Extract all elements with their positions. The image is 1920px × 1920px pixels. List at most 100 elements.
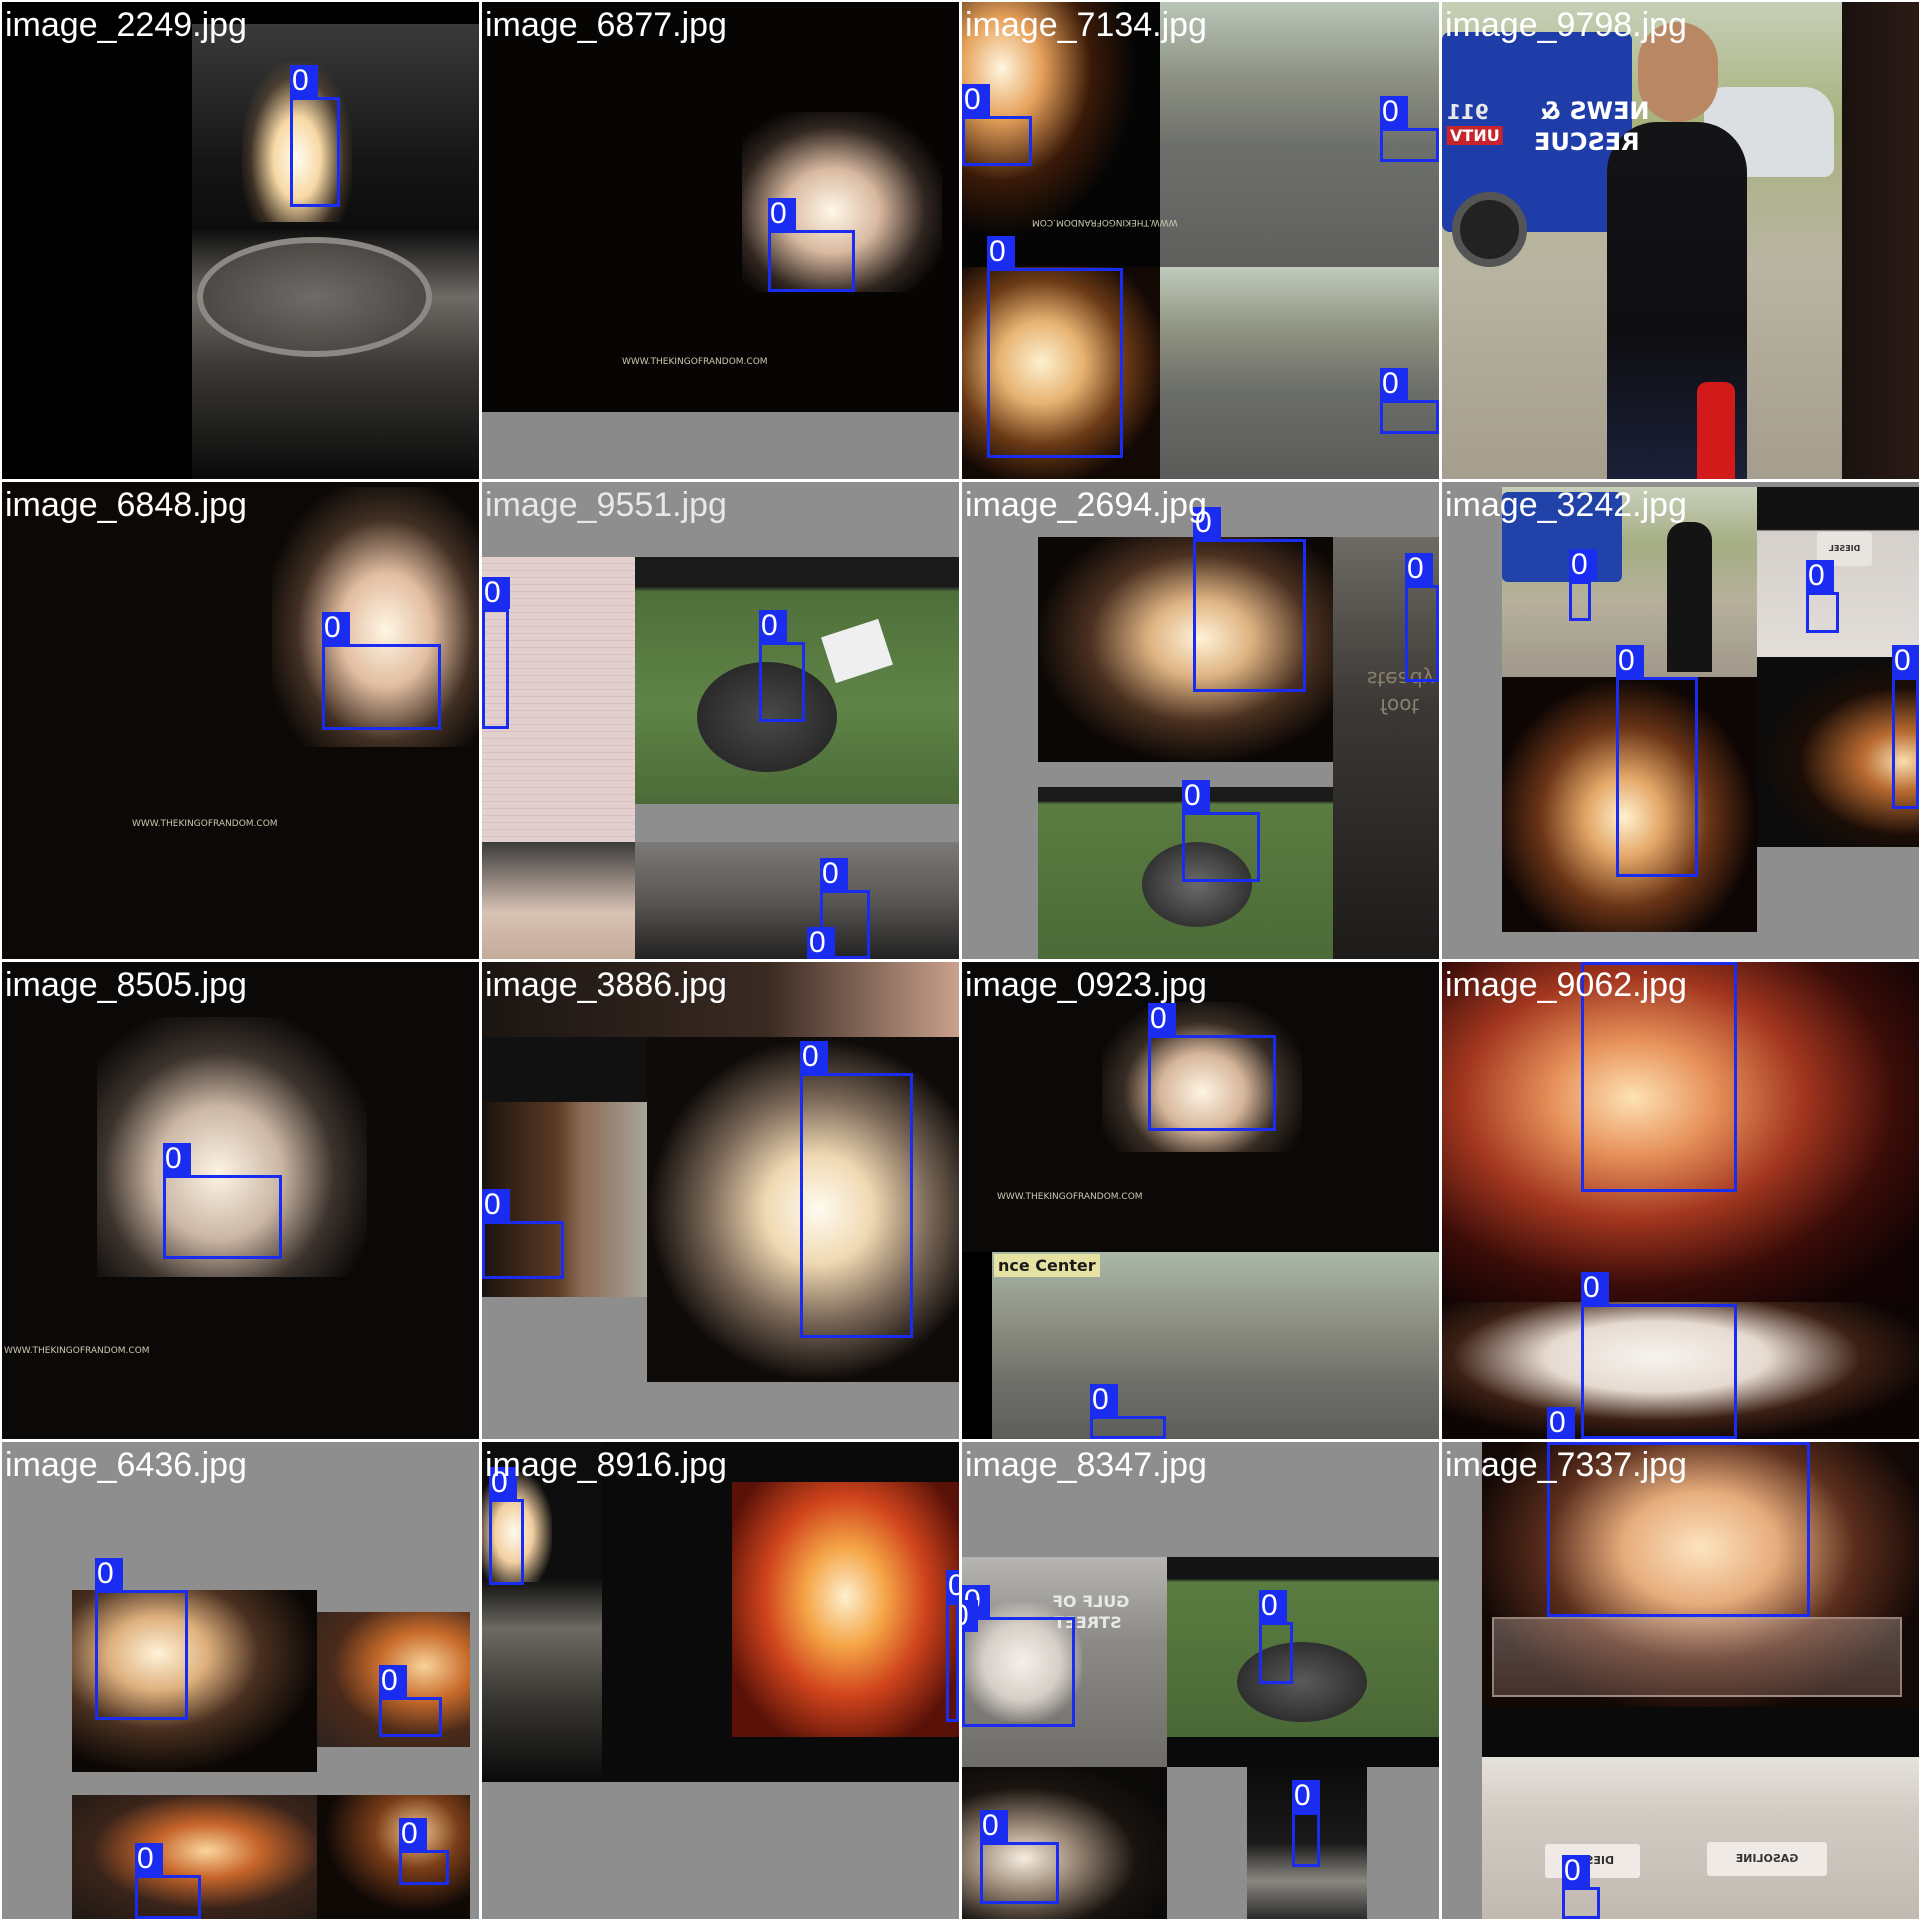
- tile-filename: image_9798.jpg: [1445, 6, 1687, 44]
- detection-class-label: 0: [1569, 549, 1597, 581]
- detection-box: 0: [1259, 1590, 1293, 1684]
- detection-box: 0: [1616, 645, 1698, 877]
- side-text-foot: foot: [1380, 694, 1420, 718]
- truck-sign-untv: UNTV: [1447, 126, 1503, 145]
- detection-box: 0: [1182, 780, 1260, 882]
- detection-class-label: 0: [1581, 1272, 1609, 1304]
- truck-wheel: [1452, 192, 1527, 267]
- tile-image-3886: 0 0 image_3886.jpg: [482, 962, 959, 1439]
- detection-class-label: 0: [768, 198, 796, 230]
- sign-gulf: GULF OF: [1052, 1592, 1130, 1611]
- detection-class-label: 0: [1616, 645, 1644, 677]
- detection-box: 0: [1892, 645, 1919, 809]
- detection-class-label: 0: [482, 1189, 510, 1221]
- tile-image-7337: DIESEL GASOLINE 0 0 image_7337.jpg: [1442, 1442, 1919, 1919]
- detection-class-label: 0: [980, 1810, 1008, 1842]
- glass-tray: [1492, 1617, 1902, 1697]
- detection-class-label: 0: [1547, 1407, 1575, 1439]
- detection-box: 0: [1193, 507, 1306, 692]
- detection-box: 0: [482, 1189, 564, 1279]
- tile-filename: image_2249.jpg: [5, 6, 247, 44]
- photo-paper-hands: [482, 842, 635, 959]
- detection-mosaic: 0 image_2249.jpg WWW.THEKINGOFRANDOM.COM…: [0, 0, 1920, 1920]
- detection-box: 0: [1292, 1780, 1320, 1867]
- street-sign: nce Center: [994, 1254, 1100, 1277]
- detection-class-label: 0: [322, 612, 350, 644]
- detection-class-label: 0: [1148, 1003, 1176, 1035]
- detection-class-label: 0: [1380, 96, 1408, 128]
- tile-image-7134: WWW.THEKINGOFRANDOM.COM 0 0 0 0 image_71…: [962, 2, 1439, 479]
- tile-filename: image_6877.jpg: [485, 6, 727, 44]
- detection-box: 0: [1562, 1855, 1600, 1919]
- detection-box: 0: [95, 1558, 188, 1720]
- watermark: WWW.THEKINGOFRANDOM.COM: [132, 819, 278, 829]
- detection-class-label: 0: [482, 577, 510, 609]
- detection-box: 0: [1806, 560, 1839, 633]
- pan-rim: [197, 237, 432, 357]
- tile-filename: image_6848.jpg: [5, 486, 247, 524]
- tile-filename: image_3242.jpg: [1445, 486, 1687, 524]
- detection-class-label: 0: [1806, 560, 1834, 592]
- detection-class-label: 0: [946, 1570, 959, 1602]
- truck-sign-rescue: RESCUE: [1534, 128, 1640, 156]
- detection-class-label: 0: [1562, 1855, 1590, 1887]
- detection-class-label: 0: [290, 65, 318, 97]
- detection-class-label: 0: [1380, 368, 1408, 400]
- detection-box: 0: [399, 1818, 449, 1885]
- watermark: WWW.THEKINGOFRANDOM.COM: [997, 1192, 1143, 1202]
- dark-strip: [482, 1037, 647, 1102]
- truck-sign-news: NEWS &: [1540, 97, 1650, 125]
- detection-box: 0: [1148, 1003, 1276, 1131]
- detection-box: 0: [946, 1570, 959, 1722]
- detection-class-label: 0: [1182, 780, 1210, 812]
- detection-class-label: 0: [1090, 1384, 1118, 1416]
- detection-box: 0: [379, 1665, 442, 1737]
- detection-box: 0: [980, 1810, 1059, 1904]
- gray-padding: [2, 1382, 479, 1439]
- detection-box: 0: [962, 1585, 1075, 1727]
- detection-box: 0: [768, 198, 855, 292]
- detection-box: 0: [1569, 549, 1597, 621]
- gray-padding: [482, 412, 959, 479]
- fire-pit: [1237, 1642, 1367, 1722]
- fire-extinguisher: [1697, 382, 1735, 479]
- tile-image-6848: WWW.THEKINGOFRANDOM.COM 0 image_6848.jpg: [2, 482, 479, 959]
- detection-box: 0: [482, 577, 510, 729]
- photo-paper-flames: [732, 1482, 959, 1737]
- detection-class-label: 0: [987, 236, 1015, 268]
- detection-box: 0: [290, 65, 340, 207]
- detection-class-label: 0: [1892, 645, 1919, 677]
- tile-image-6877: WWW.THEKINGOFRANDOM.COM 0 image_6877.jpg: [482, 2, 959, 479]
- detection-class-label: 0: [399, 1818, 427, 1850]
- detection-class-label: 0: [135, 1843, 163, 1875]
- detection-box: 0: [489, 1467, 524, 1585]
- photo-street-crowd: [992, 1252, 1439, 1439]
- detection-class-label: 0: [1405, 553, 1433, 585]
- detection-box: 0: [163, 1143, 282, 1259]
- detection-box: 0: [1405, 553, 1439, 682]
- gasoline-box-label: GASOLINE: [1707, 1842, 1827, 1876]
- tile-filename: image_8347.jpg: [965, 1446, 1207, 1484]
- tile-filename: image_3886.jpg: [485, 966, 727, 1004]
- detection-class-label: 0: [163, 1143, 191, 1175]
- tile-image-8505: WWW.THEKINGOFRANDOM.COM 0 image_8505.jpg: [2, 962, 479, 1439]
- tile-image-8916: 0 0 image_8916.jpg: [482, 1442, 959, 1919]
- tile-image-9798: 911 UNTV NEWS & RESCUE image_9798.jpg: [1442, 2, 1919, 479]
- watermark: WWW.THEKINGOFRANDOM.COM: [4, 1346, 150, 1356]
- tile-image-0923: WWW.THEKINGOFRANDOM.COM nce Center 0 0 i…: [962, 962, 1439, 1439]
- tile-image-9062: 0 0 0 image_9062.jpg: [1442, 962, 1919, 1439]
- detection-box: 0: [987, 236, 1123, 458]
- detection-class-label: 0: [820, 858, 848, 890]
- tile-image-3242: DIESEL 0 0 0 0 image_3242.jpg: [1442, 482, 1919, 959]
- tile-filename: image_2694.jpg: [965, 486, 1207, 524]
- detection-box: 0: [1581, 1272, 1737, 1439]
- tile-filename: image_8505.jpg: [5, 966, 247, 1004]
- detection-box: 0: [322, 612, 441, 730]
- tile-filename: image_8916.jpg: [485, 1446, 727, 1484]
- detection-class-label: 0: [800, 1041, 828, 1073]
- detection-class-label: 0: [1259, 1590, 1287, 1622]
- man-in-black: [1667, 522, 1712, 672]
- tile-filename: image_9551.jpg: [485, 486, 727, 524]
- truck-sign-911: 911: [1447, 100, 1489, 124]
- tile-image-6436: 0 0 0 0 image_6436.jpg: [2, 1442, 479, 1919]
